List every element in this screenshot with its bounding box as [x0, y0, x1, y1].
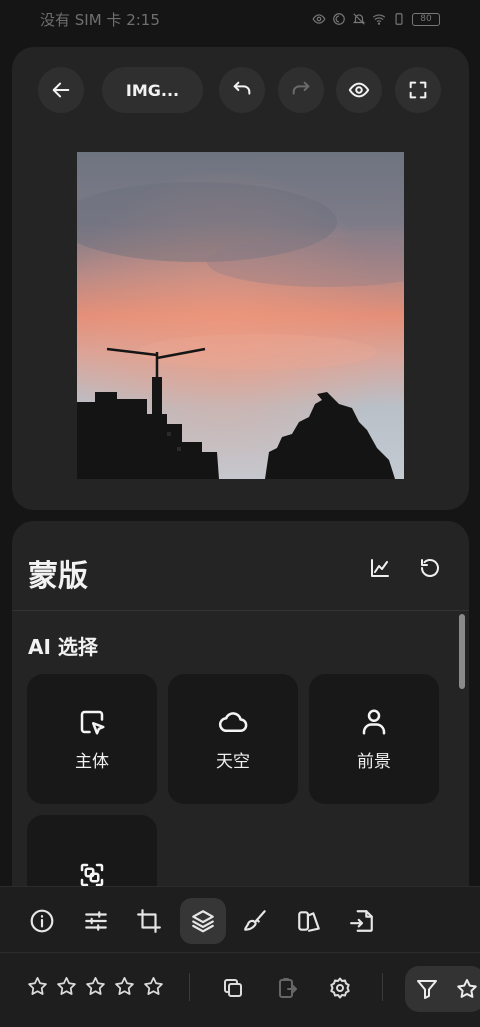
preview-card: IMG... — [12, 47, 469, 510]
tile-label: 前景 — [357, 751, 391, 772]
bottom-divider — [189, 973, 190, 1001]
mute-icon — [352, 13, 366, 25]
brush-icon — [244, 910, 266, 931]
paste-settings-button[interactable] — [270, 971, 304, 1005]
star-icon[interactable] — [26, 975, 49, 998]
redo-icon — [292, 81, 310, 95]
eye-icon — [348, 82, 370, 98]
preview-toggle-button[interactable] — [336, 67, 382, 113]
file-name-label: IMG... — [125, 80, 180, 100]
histogram-button[interactable] — [363, 551, 397, 585]
tool-export[interactable] — [339, 898, 385, 944]
histogram-icon — [371, 559, 389, 577]
vibrate-icon — [395, 13, 403, 25]
fullscreen-icon — [409, 81, 427, 99]
tool-masking[interactable] — [180, 898, 226, 944]
wifi-icon — [372, 14, 386, 25]
star-icon[interactable] — [113, 975, 136, 998]
info-icon — [30, 909, 54, 933]
tile-label: 主体 — [75, 751, 109, 772]
star-rating[interactable] — [26, 975, 165, 998]
panel-scrollbar[interactable] — [459, 614, 465, 689]
fullscreen-button[interactable] — [395, 67, 441, 113]
redo-button[interactable] — [278, 67, 324, 113]
tool-crop[interactable] — [126, 898, 172, 944]
export-icon — [350, 910, 373, 932]
settings-button[interactable] — [323, 971, 357, 1005]
paste-icon — [279, 978, 297, 998]
tool-bar — [0, 886, 480, 952]
star-icon[interactable] — [142, 975, 165, 998]
adjust-sliders-icon — [85, 911, 107, 931]
ai-select-subject[interactable]: 主体 — [27, 674, 157, 804]
ai-select-sky[interactable]: 天空 — [168, 674, 298, 804]
status-icons: 80 — [312, 12, 440, 26]
eye-icon — [312, 14, 326, 24]
panel-divider — [12, 610, 469, 611]
tool-info[interactable] — [19, 898, 65, 944]
undo-icon — [233, 81, 251, 95]
bottom-bar — [0, 952, 480, 1027]
star-icon[interactable] — [55, 975, 78, 998]
person-icon — [362, 709, 386, 734]
bottom-divider — [382, 973, 383, 1001]
battery-icon: 80 — [412, 12, 440, 26]
tool-adjust[interactable] — [73, 898, 119, 944]
reset-button[interactable] — [413, 551, 447, 585]
arrow-left-icon — [52, 82, 70, 98]
reset-icon — [421, 559, 439, 577]
tool-healing-brush[interactable] — [233, 898, 279, 944]
tool-presets[interactable] — [286, 898, 332, 944]
photo-preview[interactable] — [77, 152, 404, 479]
presets-icon — [298, 911, 320, 932]
gear-icon — [330, 977, 350, 999]
filter-button[interactable] — [405, 966, 480, 1012]
panel-title: 蒙版 — [28, 559, 88, 594]
star-icon[interactable] — [84, 975, 107, 998]
copy-icon — [224, 979, 242, 997]
status-bar: 没有 SIM 卡 2:15 80 — [0, 0, 480, 38]
tile-label: 天空 — [216, 751, 250, 772]
subject-select-icon — [80, 710, 105, 734]
ai-select-title: AI 选择 — [28, 635, 98, 659]
ai-select-foreground[interactable]: 前景 — [309, 674, 439, 804]
file-name-button[interactable]: IMG... — [102, 67, 203, 113]
copy-settings-button[interactable] — [216, 971, 250, 1005]
star-icon — [457, 979, 477, 998]
cloud-icon — [218, 711, 248, 732]
status-carrier-time: 没有 SIM 卡 2:15 — [40, 10, 160, 29]
back-button[interactable] — [38, 67, 84, 113]
do-not-disturb-icon — [333, 13, 345, 25]
filter-icon — [417, 980, 437, 999]
sunset-photo — [77, 152, 404, 479]
crop-icon — [137, 909, 161, 933]
undo-button[interactable] — [219, 67, 265, 113]
layers-icon — [192, 910, 214, 933]
